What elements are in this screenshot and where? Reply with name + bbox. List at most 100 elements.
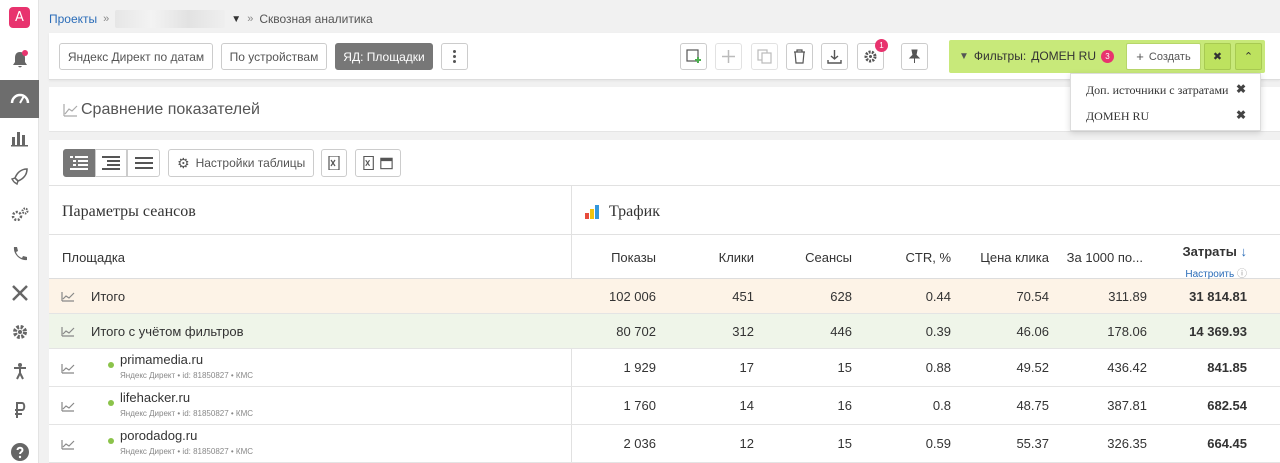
dashboard-item[interactable] bbox=[0, 80, 39, 118]
col-cpm[interactable]: За 1000 по... bbox=[1067, 250, 1143, 265]
breadcrumb-separator: » bbox=[247, 13, 254, 25]
tab-devices[interactable]: По устройствам bbox=[221, 43, 327, 70]
row-name[interactable]: primamedia.ru bbox=[120, 352, 203, 367]
cell-impressions: 2 036 bbox=[623, 436, 656, 451]
table-row[interactable]: porodadog.ru Яндекс Директ • id: 8185082… bbox=[49, 425, 1280, 463]
col-cpc[interactable]: Цена клика bbox=[980, 250, 1049, 265]
table-settings-button[interactable]: ⚙ Настройки таблицы bbox=[168, 149, 315, 177]
report-settings-button[interactable]: 1 bbox=[857, 39, 888, 70]
col-ctr[interactable]: CTR, % bbox=[906, 250, 952, 265]
cell-impressions: 80 702 bbox=[616, 324, 656, 339]
filters-summary[interactable]: ▼ Фильтры: ДОМЕН RU 3 bbox=[959, 49, 1114, 63]
cell-sessions: 16 bbox=[837, 398, 852, 413]
copy-icon bbox=[757, 49, 772, 64]
settings-badge: 1 bbox=[875, 39, 888, 52]
cell-cpm: 326.35 bbox=[1107, 436, 1147, 451]
filters-label: Фильтры: bbox=[973, 49, 1027, 63]
gear-icon: ⚙ bbox=[177, 154, 190, 171]
add-button[interactable] bbox=[715, 43, 742, 70]
filter-dropdown: Доп. источники с затратами ✖ ДОМЕН RU ✖ bbox=[1070, 73, 1261, 131]
row-chart-icon[interactable] bbox=[61, 363, 75, 374]
cell-ctr: 0.88 bbox=[925, 360, 951, 375]
project-selector[interactable] bbox=[115, 10, 226, 28]
view-indent-button[interactable] bbox=[95, 149, 127, 177]
col-placement[interactable]: Площадка bbox=[62, 250, 125, 265]
filter-item-domain[interactable]: ДОМЕН RU bbox=[1086, 109, 1149, 124]
excel-icon bbox=[328, 156, 340, 170]
row-chart-icon[interactable] bbox=[61, 439, 75, 450]
copy-button[interactable] bbox=[751, 43, 778, 70]
section-title: Сравнение показателей bbox=[81, 101, 260, 118]
view-flat-button[interactable] bbox=[127, 149, 160, 177]
col-clicks[interactable]: Клики bbox=[719, 250, 754, 265]
status-dot bbox=[108, 400, 114, 406]
settings-item[interactable] bbox=[0, 313, 39, 351]
view-tree-button[interactable] bbox=[63, 149, 95, 177]
table-group-header: Параметры сеансов Трафик bbox=[49, 185, 1280, 235]
table-row-filtered-total[interactable]: Итого с учётом фильтров 80 702 312 446 0… bbox=[49, 314, 1280, 349]
billing-item[interactable] bbox=[0, 391, 39, 429]
cell-clicks: 14 bbox=[739, 398, 754, 413]
cell-impressions: 102 006 bbox=[609, 289, 656, 304]
row-chart-icon[interactable] bbox=[61, 401, 75, 412]
row-name[interactable]: porodadog.ru bbox=[120, 428, 197, 443]
filter-item-extra-sources[interactable]: Доп. источники с затратами bbox=[1086, 83, 1228, 98]
tree-list-icon bbox=[70, 156, 88, 170]
flat-list-icon bbox=[134, 157, 153, 169]
calls-item[interactable] bbox=[0, 235, 39, 273]
notifications-item[interactable] bbox=[0, 41, 39, 79]
delete-button[interactable] bbox=[786, 43, 813, 70]
row-name[interactable]: lifehacker.ru bbox=[120, 390, 190, 405]
cell-ctr: 0.59 bbox=[925, 436, 951, 451]
export-excel-dates-button[interactable] bbox=[355, 149, 401, 177]
row-meta: Яндекс Директ • id: 81850827 • КМС bbox=[120, 409, 254, 418]
gear-icon bbox=[12, 325, 27, 339]
col-impressions[interactable]: Показы bbox=[611, 250, 656, 265]
add-report-icon bbox=[686, 49, 701, 63]
left-sidebar: A bbox=[0, 0, 39, 463]
remove-filter-icon[interactable]: ✖ bbox=[1236, 108, 1246, 123]
col-cost[interactable]: Затраты ↓ bbox=[1182, 244, 1247, 259]
breadcrumb-current: Сквозная аналитика bbox=[259, 12, 373, 26]
table-column-header: Площадка Показы Клики Сеансы CTR, % Цена… bbox=[49, 235, 1280, 280]
table-row-total[interactable]: Итого 102 006 451 628 0.44 70.54 311.89 … bbox=[49, 279, 1280, 314]
chevron-down-icon[interactable]: ▼ bbox=[231, 14, 241, 25]
row-chart-icon[interactable] bbox=[61, 326, 75, 337]
col-cost-label: Затраты bbox=[1182, 244, 1237, 259]
integrations-item[interactable] bbox=[0, 196, 39, 234]
launch-item[interactable] bbox=[0, 157, 39, 195]
pin-button[interactable] bbox=[901, 43, 928, 70]
configure-cost-link[interactable]: Настроить ⓘ bbox=[1185, 265, 1247, 280]
table-row[interactable]: lifehacker.ru Яндекс Директ • id: 818508… bbox=[49, 387, 1280, 425]
clear-filters-button[interactable]: ✖ bbox=[1204, 43, 1231, 70]
cell-cpc: 55.37 bbox=[1016, 436, 1049, 451]
more-menu-button[interactable] bbox=[441, 43, 468, 70]
cell-ctr: 0.44 bbox=[925, 289, 951, 304]
help-item[interactable] bbox=[0, 433, 39, 463]
pin-icon bbox=[908, 49, 921, 63]
accessibility-item[interactable] bbox=[0, 352, 39, 390]
tools-item[interactable] bbox=[0, 274, 39, 312]
remove-filter-icon[interactable]: ✖ bbox=[1236, 82, 1246, 97]
collapse-filters-button[interactable]: ⌃ bbox=[1235, 43, 1262, 70]
create-filter-button[interactable]: + Создать bbox=[1126, 43, 1201, 70]
add-report-button[interactable] bbox=[680, 43, 707, 70]
tab-placements[interactable]: ЯД: Площадки bbox=[335, 43, 433, 70]
tab-yandex-dates[interactable]: Яндекс Директ по датам bbox=[59, 43, 213, 70]
cell-impressions: 1 760 bbox=[623, 398, 656, 413]
rocket-icon bbox=[10, 168, 28, 186]
status-dot bbox=[108, 362, 114, 368]
close-icon: ✖ bbox=[1212, 51, 1223, 63]
app-logo[interactable]: A bbox=[9, 7, 30, 28]
col-sessions[interactable]: Сеансы bbox=[805, 250, 852, 265]
download-button[interactable] bbox=[821, 43, 848, 70]
logo-letter: A bbox=[15, 10, 24, 25]
ruble-icon bbox=[14, 402, 25, 418]
reports-item[interactable] bbox=[0, 118, 39, 156]
row-chart-icon[interactable] bbox=[61, 291, 75, 302]
export-excel-button[interactable] bbox=[321, 149, 347, 177]
indent-list-icon bbox=[102, 156, 120, 170]
table-row[interactable]: primamedia.ru Яндекс Директ • id: 818508… bbox=[49, 349, 1280, 387]
breadcrumb-projects-link[interactable]: Проекты bbox=[49, 12, 97, 26]
cell-cpm: 436.42 bbox=[1107, 360, 1147, 375]
